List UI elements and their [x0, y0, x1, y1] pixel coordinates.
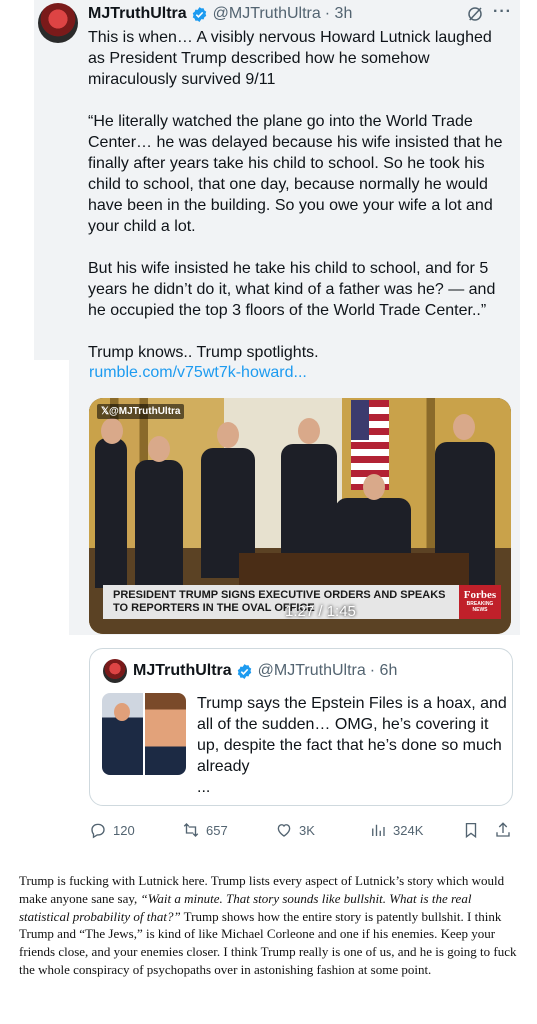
forbes-logo-text: Forbes	[463, 589, 497, 601]
video-person-head	[298, 418, 320, 444]
quoted-text-body: Trump says the Epstein Files is a hoax, …	[197, 695, 507, 775]
quoted-thumbnail-left	[102, 693, 143, 775]
video-person-head	[217, 422, 239, 448]
tweet-paragraph: Trump knows.. Trump spotlights.	[88, 344, 319, 361]
heart-icon	[277, 824, 291, 837]
verified-badge-icon	[191, 6, 208, 23]
news-chyron: PRESIDENT TRUMP SIGNS EXECUTIVE ORDERS A…	[103, 585, 459, 619]
grok-icon[interactable]	[466, 5, 484, 23]
video-watermark: 𝕏@MJTruthUltra	[97, 404, 185, 419]
tweet-paragraph: “He literally watched the plane go into …	[88, 113, 507, 235]
video-person-seated	[335, 498, 411, 558]
video-person	[135, 460, 183, 590]
quoted-handle: @MJTruthUltra	[257, 662, 366, 679]
repost-count: 657	[206, 822, 228, 838]
video-person-head	[148, 436, 170, 462]
quoted-thumbnail	[102, 693, 186, 775]
quoted-thumbnail-right	[143, 693, 186, 775]
views-icon	[372, 824, 385, 836]
reply-count: 120	[113, 822, 135, 838]
avatar[interactable]	[38, 3, 78, 43]
quoted-text: Trump says the Epstein Files is a hoax, …	[197, 693, 507, 798]
repost-button[interactable]: 657	[182, 818, 228, 842]
quoted-display-name: MJTruthUltra	[133, 662, 232, 679]
tweet-header: MJTruthUltra @MJTruthUltra · 3h	[88, 4, 352, 24]
tweet-text: This is when… A visibly nervous Howard L…	[88, 27, 508, 363]
quoted-text-ellipsis: ...	[197, 779, 211, 796]
like-count: 3K	[299, 822, 315, 838]
quoted-timestamp: · 6h	[369, 662, 398, 679]
chyron-line: TO REPORTERS IN THE OVAL OFFICE	[113, 602, 315, 614]
reply-button[interactable]: 120	[89, 818, 135, 842]
tweet-paragraph: But his wife insisted he take his child …	[88, 260, 500, 319]
handle[interactable]: @MJTruthUltra	[213, 5, 321, 23]
views-count: 324K	[393, 822, 424, 838]
repost-icon	[183, 823, 199, 837]
bookmark-icon	[465, 822, 477, 839]
video-person	[95, 438, 127, 588]
more-options-icon[interactable]: ···	[493, 3, 512, 21]
video-person-head	[363, 474, 385, 500]
tweet-paragraph: This is when… A visibly nervous Howard L…	[88, 29, 497, 88]
timestamp[interactable]: · 3h	[325, 5, 353, 23]
quoted-tweet[interactable]: MJTruthUltra @MJTruthUltra · 6h Trump sa…	[89, 648, 513, 806]
chyron-line: PRESIDENT TRUMP SIGNS EXECUTIVE ORDERS A…	[113, 589, 446, 601]
display-name[interactable]: MJTruthUltra	[88, 5, 187, 23]
video-person-head	[453, 414, 475, 440]
quoted-avatar	[103, 659, 127, 683]
breaking-news-label: BREAKING NEWS	[466, 601, 494, 613]
action-bar: 120 657 3K 324K	[89, 818, 513, 842]
share-button[interactable]	[494, 818, 518, 842]
video-person-head	[101, 418, 123, 444]
video-timer: 1:27 / 1:45	[285, 603, 356, 620]
like-button[interactable]: 3K	[275, 818, 315, 842]
reply-icon	[91, 823, 105, 839]
quoted-tweet-header: MJTruthUltra @MJTruthUltra · 6h	[133, 661, 397, 681]
video-player[interactable]: 𝕏@MJTruthUltra PRESIDENT TRUMP SIGNS EXE…	[89, 398, 511, 634]
views-button[interactable]: 324K	[369, 818, 423, 842]
bookmark-button[interactable]	[462, 818, 486, 842]
forbes-logo: Forbes BREAKING NEWS	[459, 585, 501, 619]
external-link[interactable]: rumble.com/v75wt7k-howard...	[89, 364, 307, 382]
commentary-paragraph: Trump is fucking with Lutnick here. Trum…	[19, 872, 524, 979]
verified-badge-icon	[236, 663, 253, 680]
share-icon	[496, 822, 510, 837]
